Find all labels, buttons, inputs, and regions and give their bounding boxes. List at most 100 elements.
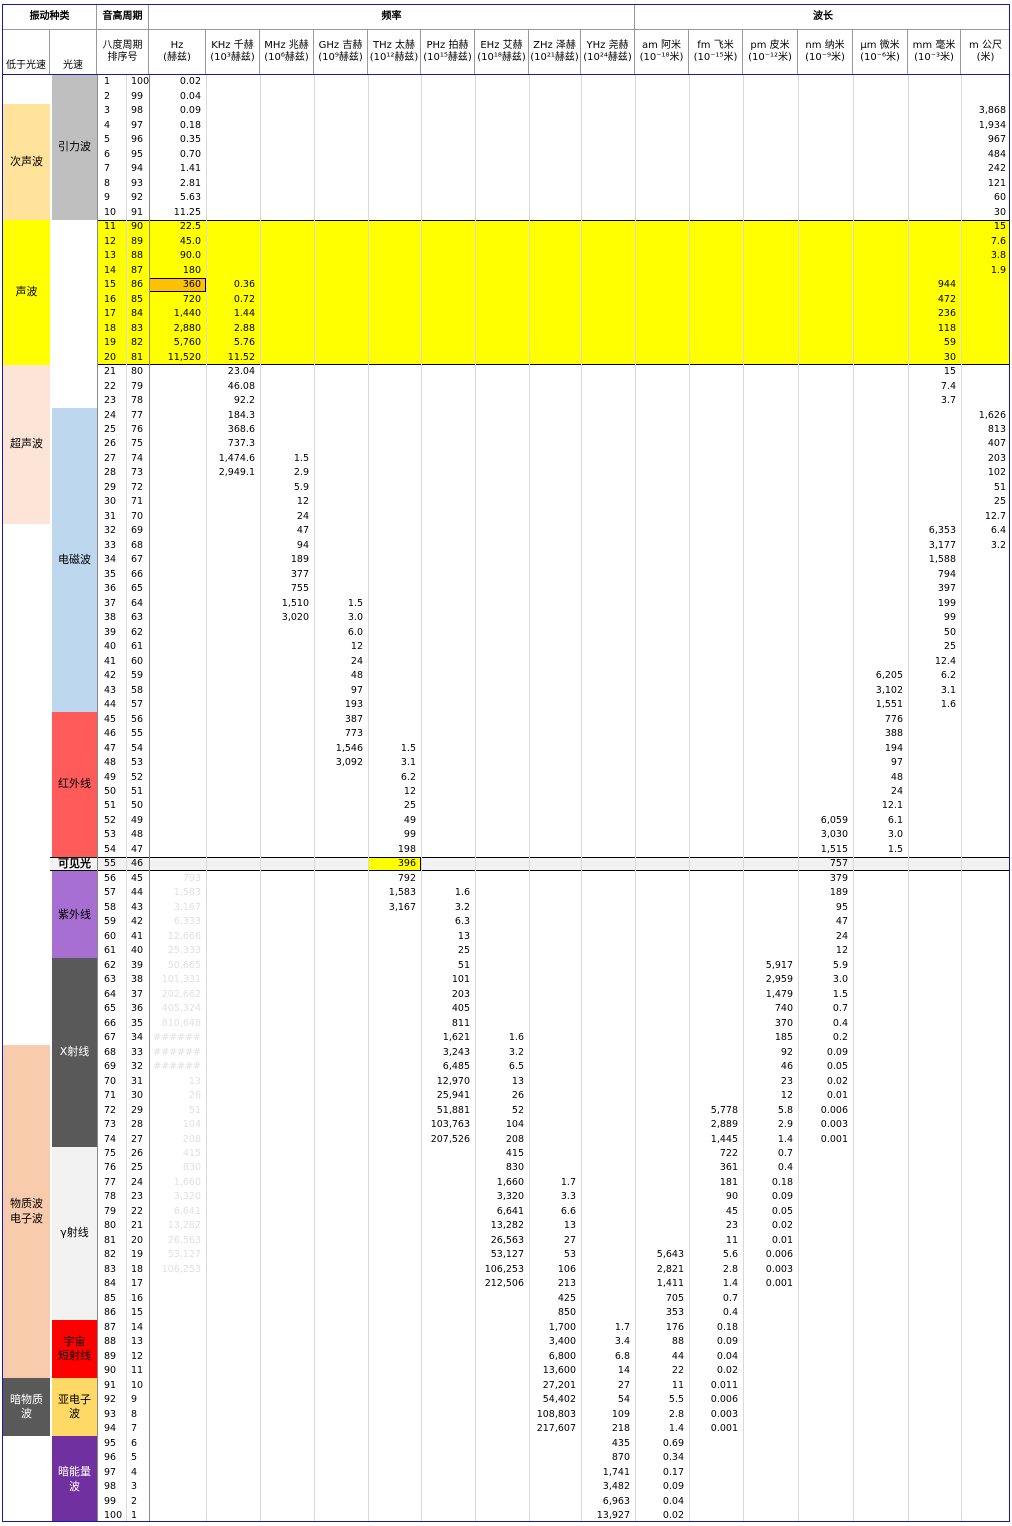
row-number: 52	[104, 814, 117, 826]
zhz-value: 13	[563, 1220, 576, 1232]
fm-value: 11	[725, 1234, 738, 1246]
octave-number: 1	[131, 1510, 138, 1521]
fm-value: 0.003	[710, 1408, 738, 1420]
ghz-value: 3.0	[347, 612, 363, 624]
thz-value: 25	[403, 800, 416, 812]
octave-number: 11	[131, 1365, 144, 1377]
pm-value: 12	[780, 1090, 793, 1102]
row-number: 25	[104, 424, 117, 435]
phz-value: 1.6	[454, 887, 470, 899]
hz-value: 360	[182, 279, 201, 291]
visible-light-row	[50, 856, 1009, 872]
mm-value: 1.6	[940, 699, 956, 711]
row-number: 44	[104, 699, 117, 711]
row-number: 29	[104, 481, 117, 493]
octave-number: 53	[131, 757, 144, 769]
octave-number: 19	[131, 1249, 144, 1261]
phz-value: 6,485	[442, 1061, 470, 1073]
row-number: 78	[104, 1191, 117, 1203]
header-cycle: 音高周期	[97, 5, 149, 30]
freq-unit-header: ZHz 泽赫 (10²¹赫兹)	[529, 30, 581, 74]
hz-value: 1,440	[173, 308, 201, 320]
phz-value: 12,970	[436, 1075, 470, 1087]
mm-value: 30	[943, 351, 956, 363]
row-number: 40	[104, 641, 117, 653]
row-number: 8	[104, 177, 111, 189]
octave-number: 79	[131, 380, 144, 392]
mhz-value: 94	[296, 539, 309, 551]
header-octave-order: 八度周期 排序号	[97, 30, 149, 74]
thz-value: 49	[403, 814, 416, 826]
octave-number: 59	[131, 670, 144, 682]
row-number: 1	[104, 76, 111, 88]
octave-number: 86	[131, 279, 144, 291]
ehz-value: 830	[505, 1162, 524, 1174]
yhz-value: 3.4	[614, 1336, 630, 1348]
row-number: 71	[104, 1090, 117, 1102]
octave-number: 49	[131, 814, 144, 826]
m-value: 51	[993, 481, 1006, 493]
yhz-value: 1,741	[602, 1466, 630, 1478]
phz-value: 103,763	[430, 1119, 470, 1131]
mm-value: 118	[937, 322, 956, 334]
octave-number: 6	[131, 1437, 138, 1449]
octave-number: 64	[131, 597, 144, 609]
row-number: 80	[104, 1220, 117, 1232]
octave-number: 88	[131, 250, 144, 262]
hz-value: 810,648	[161, 1017, 201, 1029]
light-category-label: 红外线	[58, 777, 91, 791]
row-number: 61	[104, 945, 117, 957]
octave-number: 60	[131, 655, 144, 667]
zhz-value: 425	[557, 1292, 576, 1304]
hz-value: 830	[182, 1162, 201, 1174]
m-value: 242	[987, 163, 1006, 175]
row-number: 64	[104, 988, 117, 1000]
hz-value: 1,660	[173, 1176, 201, 1188]
m-value: 967	[987, 134, 1006, 146]
row-number: 18	[104, 322, 117, 334]
pm-value: 0.01	[771, 1234, 793, 1246]
octave-number: 48	[131, 829, 144, 841]
nm-value: 0.006	[820, 1104, 848, 1116]
zhz-value: 3,400	[548, 1336, 576, 1348]
ehz-value: 415	[505, 1148, 524, 1159]
um-value: 1,551	[875, 699, 903, 711]
octave-number: 94	[131, 163, 144, 175]
nm-value: 379	[829, 872, 848, 884]
um-value: 3.0	[887, 829, 903, 841]
hz-value: 45.0	[179, 235, 201, 247]
zhz-value: 6,800	[548, 1350, 576, 1362]
row-number: 84	[104, 1278, 117, 1290]
hz-value: 0.09	[179, 105, 201, 117]
mhz-value: 189	[290, 554, 309, 566]
row-number: 27	[104, 452, 117, 464]
nm-value: 0.05	[826, 1061, 848, 1073]
mm-value: 472	[937, 293, 956, 305]
hz-value: 11.25	[173, 206, 201, 218]
fm-value: 722	[719, 1148, 738, 1159]
am-value: 11	[671, 1379, 684, 1391]
pm-value: 5.8	[777, 1104, 793, 1116]
row-number: 50	[104, 786, 117, 797]
phz-value: 25,941	[436, 1090, 470, 1102]
octave-number: 75	[131, 438, 144, 450]
pm-value: 185	[774, 1032, 793, 1044]
hz-value: 0.02	[179, 76, 201, 88]
row-number: 21	[104, 366, 117, 378]
row-number: 9	[104, 192, 111, 204]
octave-number: 44	[131, 887, 144, 899]
octave-number: 23	[131, 1191, 144, 1203]
fm-value: 361	[719, 1162, 738, 1174]
row-number: 58	[104, 901, 117, 913]
octave-number: 63	[131, 612, 144, 624]
octave-number: 95	[131, 148, 144, 160]
row-number: 95	[104, 1437, 117, 1449]
octave-number: 65	[131, 583, 144, 595]
row-number: 59	[104, 916, 117, 928]
ehz-value: 13,282	[490, 1220, 524, 1232]
am-value: 176	[665, 1321, 684, 1333]
am-value: 2.8	[668, 1408, 684, 1420]
row-number: 13	[104, 250, 117, 262]
khz-value: 1.44	[233, 308, 255, 320]
hz-value: 1,583	[173, 887, 201, 899]
